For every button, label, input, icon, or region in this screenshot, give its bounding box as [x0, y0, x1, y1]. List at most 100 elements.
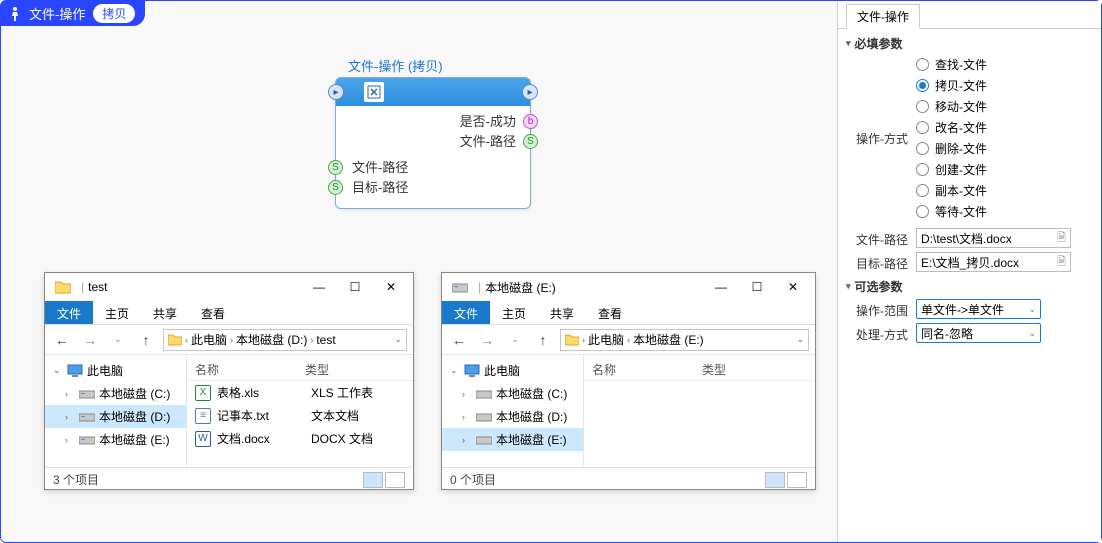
collapse-icon[interactable]: ▾: [846, 281, 851, 292]
titlebar[interactable]: | test — ☐ ✕: [45, 273, 413, 301]
ribbon-share-tab[interactable]: 共享: [538, 301, 586, 324]
tree-drive-d[interactable]: › 本地磁盘 (D:): [45, 405, 186, 428]
tree-this-pc[interactable]: ⌄ 此电脑: [442, 359, 583, 382]
breadcrumb[interactable]: 本地磁盘 (E:): [633, 331, 704, 348]
tree-drive-e[interactable]: › 本地磁盘 (E:): [442, 428, 583, 451]
collapse-icon[interactable]: ⌄: [53, 365, 63, 376]
handle-select[interactable]: 同名-忽略 ⌄: [916, 323, 1041, 343]
ribbon-file-tab[interactable]: 文件: [442, 301, 490, 324]
ribbon-view-tab[interactable]: 查看: [189, 301, 237, 324]
titlebar[interactable]: | 本地磁盘 (E:) — ☐ ✕: [442, 273, 815, 301]
icons-view-button[interactable]: [385, 472, 405, 488]
expand-icon[interactable]: ›: [462, 412, 472, 422]
output-filepath[interactable]: 文件-路径 S: [336, 132, 530, 152]
file-path-input[interactable]: D:\test\文档.docx 🗎: [916, 228, 1071, 248]
up-button[interactable]: ↑: [135, 332, 157, 348]
breadcrumb[interactable]: 本地磁盘 (D:): [236, 331, 307, 348]
panel-tab[interactable]: 文件-操作: [846, 4, 920, 29]
recent-dropdown[interactable]: ⌄: [107, 334, 129, 345]
browse-icon[interactable]: 🗎: [1057, 253, 1066, 272]
chevron-down-icon[interactable]: ⌄: [1028, 328, 1036, 339]
icons-view-button[interactable]: [787, 472, 807, 488]
input-targetpath[interactable]: S 目标-路径: [336, 178, 530, 198]
expand-icon[interactable]: ›: [65, 435, 75, 445]
scope-select[interactable]: 单文件->单文件 ⌄: [916, 299, 1041, 319]
tree-drive-e[interactable]: › 本地磁盘 (E:): [45, 428, 186, 451]
back-button[interactable]: ←: [448, 332, 470, 348]
output-success[interactable]: 是否-成功 b: [336, 112, 530, 132]
string-port-icon[interactable]: S: [328, 160, 343, 175]
expand-icon[interactable]: ›: [462, 389, 472, 399]
minimize-button[interactable]: —: [301, 276, 337, 298]
col-type[interactable]: 类型: [702, 361, 726, 378]
tree-this-pc[interactable]: ⌄ 此电脑: [45, 359, 186, 382]
nav-tree[interactable]: ⌄ 此电脑 › 本地磁盘 (C:) › 本地磁盘 (D:): [442, 355, 584, 467]
string-port-icon[interactable]: S: [328, 180, 343, 195]
chevron-down-icon[interactable]: ⌄: [796, 334, 804, 345]
details-view-button[interactable]: [363, 472, 383, 488]
radio-move-file[interactable]: 移动-文件: [916, 98, 1093, 115]
breadcrumb[interactable]: 此电脑: [191, 331, 227, 348]
list-header[interactable]: 名称 类型: [187, 359, 413, 381]
up-button[interactable]: ↑: [532, 332, 554, 348]
canvas[interactable]: 文件-操作 拷贝 文件-操作 (拷贝) ▸ ▸ 是否-成功 b 文件-路径 S: [1, 1, 837, 542]
optional-section-head[interactable]: ▾ 可选参数: [846, 278, 1093, 295]
chevron-right-icon[interactable]: ›: [310, 335, 313, 345]
col-name[interactable]: 名称: [592, 361, 702, 378]
browse-icon[interactable]: 🗎: [1057, 229, 1066, 248]
tree-drive-c[interactable]: › 本地磁盘 (C:): [442, 382, 583, 405]
nav-tree[interactable]: ⌄ 此电脑 › 本地磁盘 (C:) › 本地磁盘 (D:): [45, 355, 187, 467]
chevron-right-icon[interactable]: ›: [627, 335, 630, 345]
file-row[interactable]: ≡ 记事本.txt 文本文档: [187, 404, 413, 427]
string-port-icon[interactable]: S: [523, 134, 538, 149]
file-op-node[interactable]: 文件-操作 (拷贝) ▸ ▸ 是否-成功 b 文件-路径 S: [335, 77, 531, 209]
exec-out-port[interactable]: ▸: [522, 84, 538, 100]
expand-icon[interactable]: ›: [65, 412, 75, 422]
exec-in-port[interactable]: ▸: [328, 84, 344, 100]
tree-drive-d[interactable]: › 本地磁盘 (D:): [442, 405, 583, 428]
bool-port-icon[interactable]: b: [523, 114, 538, 129]
chevron-down-icon[interactable]: ⌄: [1028, 304, 1036, 315]
collapse-icon[interactable]: ▾: [846, 38, 851, 49]
close-button[interactable]: ✕: [373, 276, 409, 298]
maximize-button[interactable]: ☐: [337, 276, 373, 298]
required-section-head[interactable]: ▾ 必填参数: [846, 35, 1093, 52]
list-header[interactable]: 名称 类型: [584, 359, 815, 381]
forward-button[interactable]: →: [79, 332, 101, 348]
recent-dropdown[interactable]: ⌄: [504, 334, 526, 345]
maximize-button[interactable]: ☐: [739, 276, 775, 298]
col-type[interactable]: 类型: [305, 361, 329, 378]
breadcrumb[interactable]: test: [316, 333, 335, 347]
file-list[interactable]: 名称 类型 X 表格.xls XLS 工作表 ≡ 记事本.txt 文本文档: [187, 355, 413, 467]
close-button[interactable]: ✕: [775, 276, 811, 298]
expand-icon[interactable]: ›: [65, 389, 75, 399]
file-row[interactable]: W 文档.docx DOCX 文档: [187, 427, 413, 450]
file-row[interactable]: X 表格.xls XLS 工作表: [187, 381, 413, 404]
radio-find-file[interactable]: 查找-文件: [916, 56, 1093, 73]
radio-delete-file[interactable]: 删除-文件: [916, 140, 1093, 157]
col-name[interactable]: 名称: [195, 361, 305, 378]
minimize-button[interactable]: —: [703, 276, 739, 298]
radio-dup-file[interactable]: 副本-文件: [916, 182, 1093, 199]
ribbon-share-tab[interactable]: 共享: [141, 301, 189, 324]
target-path-input[interactable]: E:\文档_拷贝.docx 🗎: [916, 252, 1071, 272]
breadcrumb[interactable]: 此电脑: [588, 331, 624, 348]
radio-copy-file[interactable]: 拷贝-文件: [916, 77, 1093, 94]
forward-button[interactable]: →: [476, 332, 498, 348]
ribbon-view-tab[interactable]: 查看: [586, 301, 634, 324]
address-bar[interactable]: › 此电脑 › 本地磁盘 (D:) › test ⌄: [163, 329, 407, 351]
radio-rename-file[interactable]: 改名-文件: [916, 119, 1093, 136]
radio-create-file[interactable]: 创建-文件: [916, 161, 1093, 178]
file-list[interactable]: 名称 类型: [584, 355, 815, 467]
ribbon-file-tab[interactable]: 文件: [45, 301, 93, 324]
ribbon-home-tab[interactable]: 主页: [93, 301, 141, 324]
chevron-right-icon[interactable]: ›: [582, 335, 585, 345]
chevron-right-icon[interactable]: ›: [185, 335, 188, 345]
radio-wait-file[interactable]: 等待-文件: [916, 203, 1093, 220]
details-view-button[interactable]: [765, 472, 785, 488]
back-button[interactable]: ←: [51, 332, 73, 348]
address-bar[interactable]: › 此电脑 › 本地磁盘 (E:) ⌄: [560, 329, 809, 351]
ribbon-home-tab[interactable]: 主页: [490, 301, 538, 324]
chevron-down-icon[interactable]: ⌄: [394, 334, 402, 345]
tree-drive-c[interactable]: › 本地磁盘 (C:): [45, 382, 186, 405]
